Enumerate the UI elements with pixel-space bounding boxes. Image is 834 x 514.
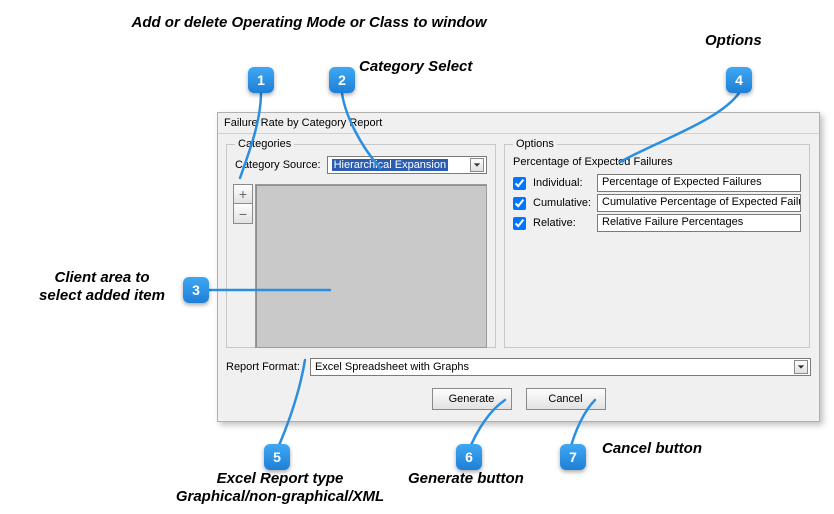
plus-icon: +: [239, 187, 247, 201]
cumulative-field[interactable]: Cumulative Percentage of Expected Failur…: [597, 194, 801, 212]
badge-1: 1: [248, 67, 274, 93]
badge-6: 6: [456, 444, 482, 470]
dialog-button-bar: Generate Cancel: [218, 388, 819, 410]
individual-checkbox[interactable]: [513, 177, 526, 190]
individual-field[interactable]: Percentage of Expected Failures: [597, 174, 801, 192]
report-format-label: Report Format:: [226, 361, 300, 373]
cancel-button[interactable]: Cancel: [526, 388, 606, 410]
option-row-individual: Individual: Percentage of Expected Failu…: [513, 174, 801, 192]
individual-label: Individual:: [533, 177, 593, 189]
cumulative-label: Cumulative:: [533, 197, 593, 209]
options-group: Options Percentage of Expected Failures …: [504, 138, 810, 348]
annotation-add-delete: Add or delete Operating Mode or Class to…: [104, 14, 514, 32]
chevron-down-icon: [794, 360, 808, 374]
annotation-options: Options: [705, 32, 762, 50]
option-row-cumulative: Cumulative: Cumulative Percentage of Exp…: [513, 194, 801, 212]
cumulative-checkbox[interactable]: [513, 197, 526, 210]
badge-2: 2: [329, 67, 355, 93]
badge-4: 4: [726, 67, 752, 93]
annotation-client-area: Client area to select added item: [22, 269, 182, 305]
report-format-value: Excel Spreadsheet with Graphs: [315, 361, 469, 373]
annotation-cancel: Cancel button: [602, 440, 702, 458]
option-row-relative: Relative: Relative Failure Percentages: [513, 214, 801, 232]
badge-5: 5: [264, 444, 290, 470]
category-source-value: Hierarchical Expansion: [332, 159, 449, 171]
annotation-report-type: Excel Report type Graphical/non-graphica…: [150, 470, 410, 506]
categories-legend: Categories: [235, 138, 294, 150]
relative-label: Relative:: [533, 217, 593, 229]
options-heading: Percentage of Expected Failures: [513, 156, 801, 168]
minus-icon: −: [239, 207, 247, 221]
options-legend: Options: [513, 138, 557, 150]
category-list-area[interactable]: [255, 184, 487, 348]
report-format-dropdown[interactable]: Excel Spreadsheet with Graphs: [310, 358, 811, 376]
annotation-generate: Generate button: [408, 470, 524, 488]
relative-field[interactable]: Relative Failure Percentages: [597, 214, 801, 232]
badge-7: 7: [560, 444, 586, 470]
report-format-row: Report Format: Excel Spreadsheet with Gr…: [226, 358, 811, 376]
dialog-title: Failure Rate by Category Report: [218, 113, 819, 134]
badge-3: 3: [183, 277, 209, 303]
annotation-category-select: Category Select: [359, 58, 472, 76]
category-source-label: Category Source:: [235, 159, 321, 171]
category-source-dropdown[interactable]: Hierarchical Expansion: [327, 156, 487, 174]
generate-button[interactable]: Generate: [432, 388, 512, 410]
relative-checkbox[interactable]: [513, 217, 526, 230]
add-button[interactable]: +: [233, 184, 253, 204]
categories-group: Categories Category Source: Hierarchical…: [226, 138, 496, 348]
dialog-failure-rate-report: Failure Rate by Category Report Categori…: [217, 112, 820, 422]
remove-button[interactable]: −: [233, 204, 253, 224]
chevron-down-icon: [470, 158, 484, 172]
